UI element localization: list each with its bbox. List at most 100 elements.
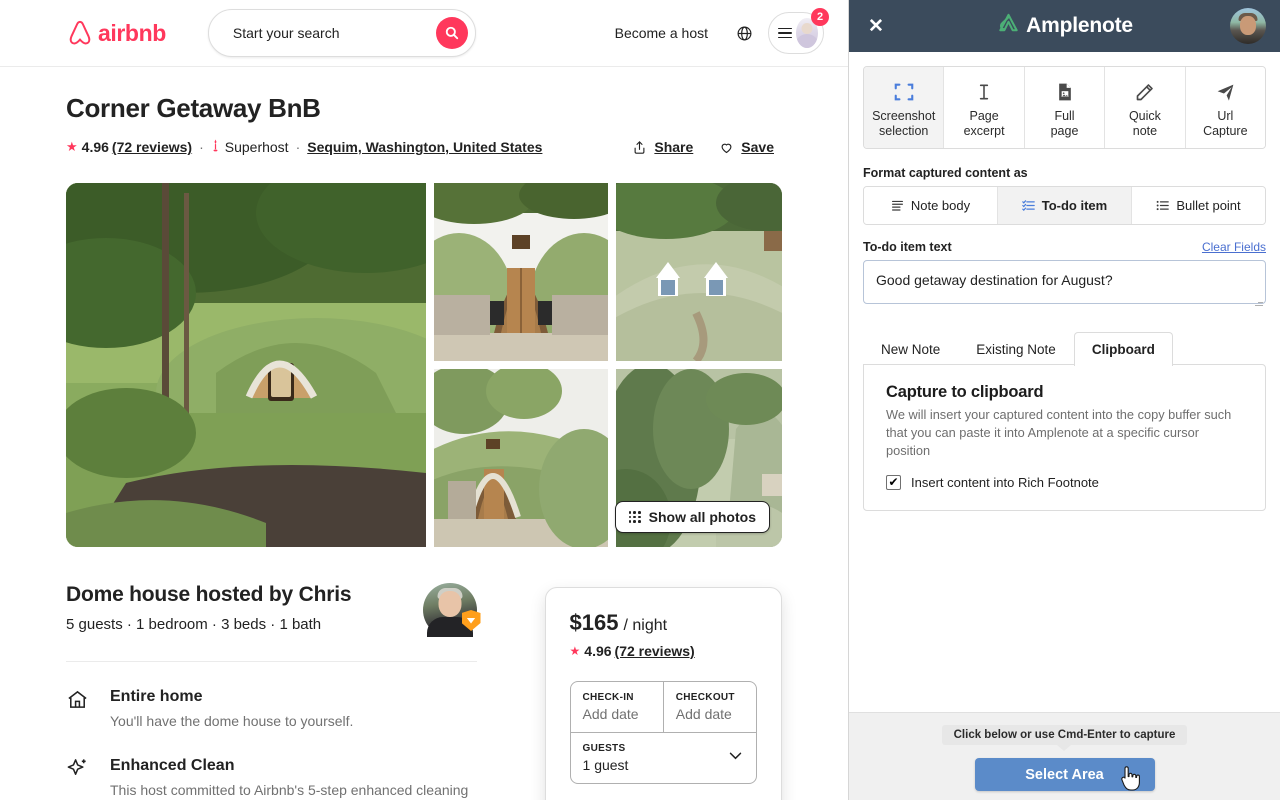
clipboard-panel: Capture to clipboard We will insert your…	[863, 363, 1266, 511]
capture-mode-page-excerpt[interactable]: Page excerpt	[944, 67, 1025, 148]
notification-badge: 2	[811, 8, 829, 26]
clear-fields-link[interactable]: Clear Fields	[1202, 240, 1266, 254]
show-all-photos-button[interactable]: Show all photos	[614, 501, 770, 533]
mode-label-line2: excerpt	[963, 123, 1005, 138]
tab-new-note[interactable]: New Note	[863, 332, 958, 366]
mode-label-line1: Url	[1217, 109, 1234, 123]
capture-mode-quick-note[interactable]: Quick note	[1105, 67, 1186, 148]
clipboard-panel-description: We will insert your captured content int…	[886, 406, 1232, 458]
amplenote-body: Screenshot selection Page excerpt Full p…	[849, 52, 1280, 712]
capture-mode-full-page[interactable]: Full page	[1024, 67, 1106, 148]
listing-body: Corner Getaway BnB ★ 4.96 (72 reviews) ·…	[0, 93, 848, 800]
format-option-note-body[interactable]: Note body	[864, 186, 998, 224]
checkbox-checked-icon[interactable]: ✔	[886, 474, 901, 490]
close-icon[interactable]: ✕	[863, 13, 889, 39]
paper-plane-icon	[1188, 78, 1263, 106]
become-a-host-button[interactable]: Become a host	[601, 13, 722, 53]
host-info: Dome house hosted by Chris 5 guests · 1 …	[66, 583, 352, 633]
checkout-field[interactable]: CHECKOUT Add date	[662, 682, 756, 732]
separator-dot: ·	[199, 139, 204, 155]
feature-desc: This host committed to Airbnb's 5-step e…	[110, 780, 477, 800]
todo-text-input[interactable]	[863, 259, 1266, 304]
listing-actions: Share Save	[624, 133, 782, 161]
price-row: $165 / night	[570, 610, 757, 636]
save-button[interactable]: Save	[711, 133, 782, 161]
reviews-link[interactable]: (72 reviews)	[615, 643, 695, 659]
todo-list-icon	[1021, 199, 1035, 212]
clipboard-panel-title: Capture to clipboard	[886, 382, 1044, 401]
checkin-field[interactable]: CHECK-IN Add date	[571, 682, 663, 732]
destination-tabs: New Note Existing Note Clipboard	[863, 331, 1266, 366]
host-meta: 5 guests · 1 bedroom · 3 beds · 1 bath	[66, 616, 322, 633]
feature-enhanced-clean: Enhanced Clean This host committed to Ai…	[66, 757, 477, 800]
user-avatar[interactable]	[1230, 8, 1266, 44]
user-menu-button[interactable]: 2	[768, 8, 829, 54]
feature-title: Entire home	[110, 688, 203, 705]
save-label: Save	[741, 139, 774, 155]
mode-label-line2: page	[1050, 123, 1079, 138]
feature-entire-home: Entire home You'll have the dome house t…	[66, 688, 477, 731]
mode-label-line1: Quick	[1128, 109, 1161, 123]
mode-label-line1: Page	[969, 109, 999, 123]
todo-text-header: To-do item text Clear Fields	[863, 240, 1266, 254]
tab-clipboard[interactable]: Clipboard	[1073, 331, 1173, 366]
checkin-value: Add date	[582, 706, 639, 722]
airbnb-header: airbnb Start your search Become a host 2	[0, 0, 848, 67]
amplenote-logo-icon	[996, 11, 1021, 41]
share-button[interactable]: Share	[624, 133, 701, 161]
grid-icon	[628, 510, 641, 524]
listing-photo-2[interactable]	[434, 183, 608, 361]
listing-photo-3[interactable]	[616, 183, 782, 361]
guests-value: 1 guest	[582, 757, 629, 773]
header-nav-right: Become a host 2	[601, 8, 829, 54]
text-cursor-icon	[946, 78, 1021, 106]
format-option-label: Bullet point	[1176, 197, 1241, 213]
checkout-value: Add date	[675, 706, 732, 722]
format-options-bar: Note body To-do item Bullet point	[863, 185, 1266, 225]
full-page-icon	[1027, 78, 1102, 106]
capture-mode-bar: Screenshot selection Page excerpt Full p…	[863, 66, 1266, 149]
amplenote-capture-panel: ✕ Amplenote Screenshot selection Page ex…	[848, 0, 1280, 800]
reviews-link[interactable]: (72 reviews)	[112, 139, 192, 155]
search-input[interactable]: Start your search	[207, 9, 476, 57]
search-icon[interactable]	[435, 17, 468, 49]
rich-footnote-checkbox-label: Insert content into Rich Footnote	[911, 474, 1099, 490]
format-option-label: Note body	[910, 197, 971, 213]
home-icon	[66, 688, 90, 731]
guests-text: GUESTS 1 guest	[583, 743, 629, 773]
rich-footnote-checkbox-row[interactable]: ✔ Insert content into Rich Footnote	[886, 474, 1243, 490]
listing-photo-4[interactable]	[434, 369, 608, 547]
format-option-todo-item[interactable]: To-do item	[998, 186, 1132, 224]
note-body-icon	[891, 199, 904, 212]
heart-icon	[721, 143, 732, 153]
capture-mode-screenshot-selection[interactable]: Screenshot selection	[864, 67, 945, 148]
rating-value: 4.96	[81, 139, 109, 155]
chevron-down-icon[interactable]	[727, 747, 744, 769]
host-title: Dome house hosted by Chris	[66, 583, 352, 606]
feature-title: Enhanced Clean	[110, 757, 235, 775]
todo-text-label: To-do item text	[863, 239, 952, 254]
location-link[interactable]: Sequim, Washington, United States	[307, 139, 542, 155]
mode-label-line2: selection	[879, 123, 929, 138]
listing-photo-main[interactable]	[66, 183, 426, 547]
superhost-label: Superhost	[224, 139, 289, 155]
globe-icon[interactable]	[726, 15, 762, 51]
checkout-label: CHECKOUT	[675, 692, 735, 703]
host-details-column: Dome house hosted by Chris 5 guests · 1 …	[66, 583, 481, 800]
mode-label-line2: Capture	[1203, 123, 1248, 138]
share-icon	[634, 140, 645, 154]
host-avatar[interactable]	[422, 583, 481, 637]
feature-text: Enhanced Clean This host committed to Ai…	[110, 757, 477, 800]
separator-dot: ·	[295, 139, 301, 155]
amplenote-brand: Amplenote	[849, 11, 1280, 41]
capture-mode-url-capture[interactable]: Url Capture	[1185, 67, 1265, 148]
tab-existing-note[interactable]: Existing Note	[958, 332, 1074, 366]
airbnb-listing-page: airbnb Start your search Become a host 2…	[0, 0, 848, 800]
avatar-face	[1240, 15, 1256, 35]
format-option-bullet-point[interactable]: Bullet point	[1132, 186, 1265, 224]
listing-subheader: ★ 4.96 (72 reviews) · Superhost · Sequim…	[66, 133, 782, 161]
guests-field[interactable]: GUESTS 1 guest	[570, 732, 756, 783]
pencil-icon	[1107, 78, 1182, 106]
airbnb-logo[interactable]: airbnb	[66, 19, 166, 47]
checkin-label: CHECK-IN	[582, 692, 634, 703]
